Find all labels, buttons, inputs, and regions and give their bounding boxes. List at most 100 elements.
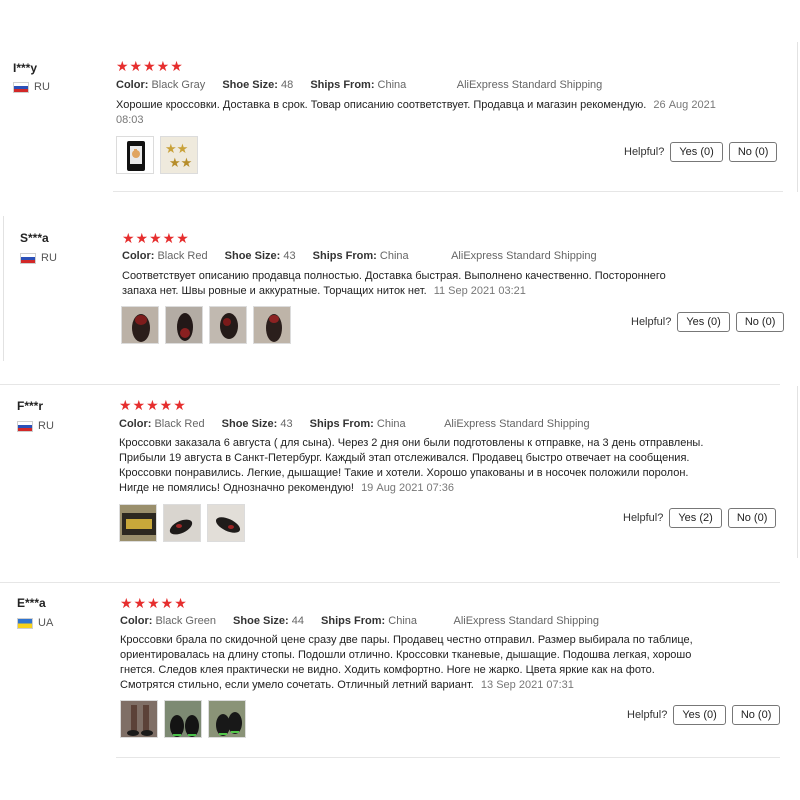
review-body: Кроссовки брала по скидочной цене сразу …: [120, 634, 693, 691]
review-photo[interactable]: [121, 306, 159, 344]
shipping-method: AliExpress Standard Shipping: [451, 250, 597, 262]
review-body: Хорошие кроссовки. Доставка в срок. Това…: [116, 99, 647, 111]
review-date: 11 Sep 2021 03:21: [433, 285, 526, 297]
ships-from-label: Ships From:: [312, 250, 377, 262]
reviewer-country: RU: [17, 420, 54, 432]
review-separator: [0, 384, 780, 385]
helpful-no-button[interactable]: No (0): [735, 312, 785, 332]
review-meta: Color: Black Red Shoe Size: 43 Ships Fro…: [119, 418, 590, 430]
country-code: RU: [41, 252, 57, 264]
ships-from-value: China: [376, 418, 406, 430]
helpful-yes-button[interactable]: Yes (0): [677, 312, 730, 332]
reviewer-name: F***r: [17, 399, 44, 413]
ships-from-label: Ships From:: [321, 615, 386, 627]
ships-from-value: China: [377, 79, 407, 91]
review-separator: [113, 191, 783, 192]
shoe-size-label: Shoe Size:: [222, 79, 278, 91]
review-photos: ★★ ★★: [116, 136, 198, 174]
review-date: 13 Sep 2021 07:31: [480, 679, 574, 691]
reviewer-name: S***a: [20, 231, 49, 245]
country-code: UA: [38, 617, 54, 629]
reviewer-name: I***y: [13, 61, 38, 75]
rating-stars: ★★★★★: [119, 397, 187, 413]
review-photos: [121, 306, 291, 344]
shoe-size-value: 43: [283, 250, 296, 262]
color-value: Black Green: [155, 615, 216, 627]
color-label: Color:: [120, 615, 153, 627]
review-text: Хорошие кроссовки. Доставка в срок. Това…: [116, 98, 716, 128]
helpful-controls: Helpful? Yes (0) No (0): [627, 705, 781, 725]
review-text: Кроссовки заказала 6 августа ( для сына)…: [119, 436, 704, 496]
color-value: Black Red: [157, 250, 208, 262]
helpful-yes-button[interactable]: Yes (2): [669, 508, 722, 528]
review-photos: [119, 504, 245, 542]
rating-stars: ★★★★★: [116, 58, 184, 74]
divider: [797, 42, 798, 192]
ships-from-label: Ships From:: [309, 418, 374, 430]
color-label: Color:: [119, 418, 152, 430]
review-photo[interactable]: [207, 504, 245, 542]
country-code: RU: [34, 81, 50, 93]
review-card: F***r RU ★★★★★ Color: Black Red Shoe Siz…: [0, 384, 800, 560]
review-photo[interactable]: [208, 700, 246, 738]
shipping-method: AliExpress Standard Shipping: [444, 418, 590, 430]
reviewer-name: E***a: [17, 596, 46, 610]
shoe-size-label: Shoe Size:: [233, 615, 289, 627]
ships-from-value: China: [379, 250, 409, 262]
review-separator: [0, 582, 780, 583]
reviewer-country: RU: [20, 252, 57, 264]
ukraine-flag-icon: [17, 617, 33, 629]
review-photo[interactable]: ★★ ★★: [160, 136, 198, 174]
russia-flag-icon: [20, 252, 36, 264]
helpful-controls: Helpful? Yes (0) No (0): [631, 312, 785, 332]
helpful-no-button[interactable]: No (0): [728, 142, 778, 162]
review-photo[interactable]: [163, 504, 201, 542]
helpful-no-button[interactable]: No (0): [727, 508, 777, 528]
review-photo[interactable]: [164, 700, 202, 738]
review-date: 19 Aug 2021 07:36: [361, 482, 455, 494]
review-body: Соответствует описанию продавца полность…: [122, 270, 666, 297]
shoe-size-value: 43: [280, 418, 293, 430]
review-meta: Color: Black Red Shoe Size: 43 Ships Fro…: [122, 250, 597, 262]
review-text: Кроссовки брала по скидочной цене сразу …: [120, 633, 705, 693]
helpful-yes-button[interactable]: Yes (0): [673, 705, 726, 725]
color-value: Black Gray: [151, 79, 206, 91]
review-photos: [120, 700, 246, 738]
helpful-label: Helpful?: [624, 146, 665, 158]
divider: [797, 386, 798, 558]
shipping-method: AliExpress Standard Shipping: [456, 79, 603, 91]
review-card: E***a UA ★★★★★ Color: Black Green Shoe S…: [0, 582, 800, 762]
helpful-label: Helpful?: [623, 512, 664, 524]
country-code: RU: [38, 420, 54, 432]
helpful-controls: Helpful? Yes (0) No (0): [624, 142, 778, 162]
review-photo[interactable]: [165, 306, 203, 344]
svg-text:★★: ★★: [165, 142, 188, 157]
shoe-size-label: Shoe Size:: [221, 418, 278, 430]
color-value: Black Red: [154, 418, 205, 430]
reviewer-country: RU: [13, 81, 50, 93]
review-card: I***y RU ★★★★★ Color: Black Gray Shoe Si…: [0, 40, 800, 200]
shoe-size-label: Shoe Size:: [224, 250, 281, 262]
review-photo[interactable]: [253, 306, 291, 344]
shoe-size-value: 44: [291, 615, 304, 627]
review-photo[interactable]: [119, 504, 157, 542]
ships-from-label: Ships From:: [310, 79, 375, 91]
svg-text:★★: ★★: [169, 156, 192, 171]
review-photo[interactable]: [209, 306, 247, 344]
review-photo[interactable]: [120, 700, 158, 738]
divider: [3, 216, 4, 361]
helpful-no-button[interactable]: No (0): [731, 705, 781, 725]
review-card: S***a RU ★★★★★ Color: Black Red Shoe Siz…: [0, 214, 800, 364]
review-separator: [116, 757, 780, 758]
rating-stars: ★★★★★: [120, 595, 188, 611]
russia-flag-icon: [17, 420, 33, 432]
review-text: Соответствует описанию продавца полность…: [122, 269, 687, 299]
shoe-size-value: 48: [281, 79, 294, 91]
helpful-yes-button[interactable]: Yes (0): [670, 142, 723, 162]
review-meta: Color: Black Gray Shoe Size: 48 Ships Fr…: [116, 79, 602, 91]
color-label: Color:: [122, 250, 155, 262]
rating-stars: ★★★★★: [122, 230, 190, 246]
helpful-label: Helpful?: [631, 316, 672, 328]
color-label: Color:: [116, 79, 149, 91]
review-photo[interactable]: [116, 136, 154, 174]
